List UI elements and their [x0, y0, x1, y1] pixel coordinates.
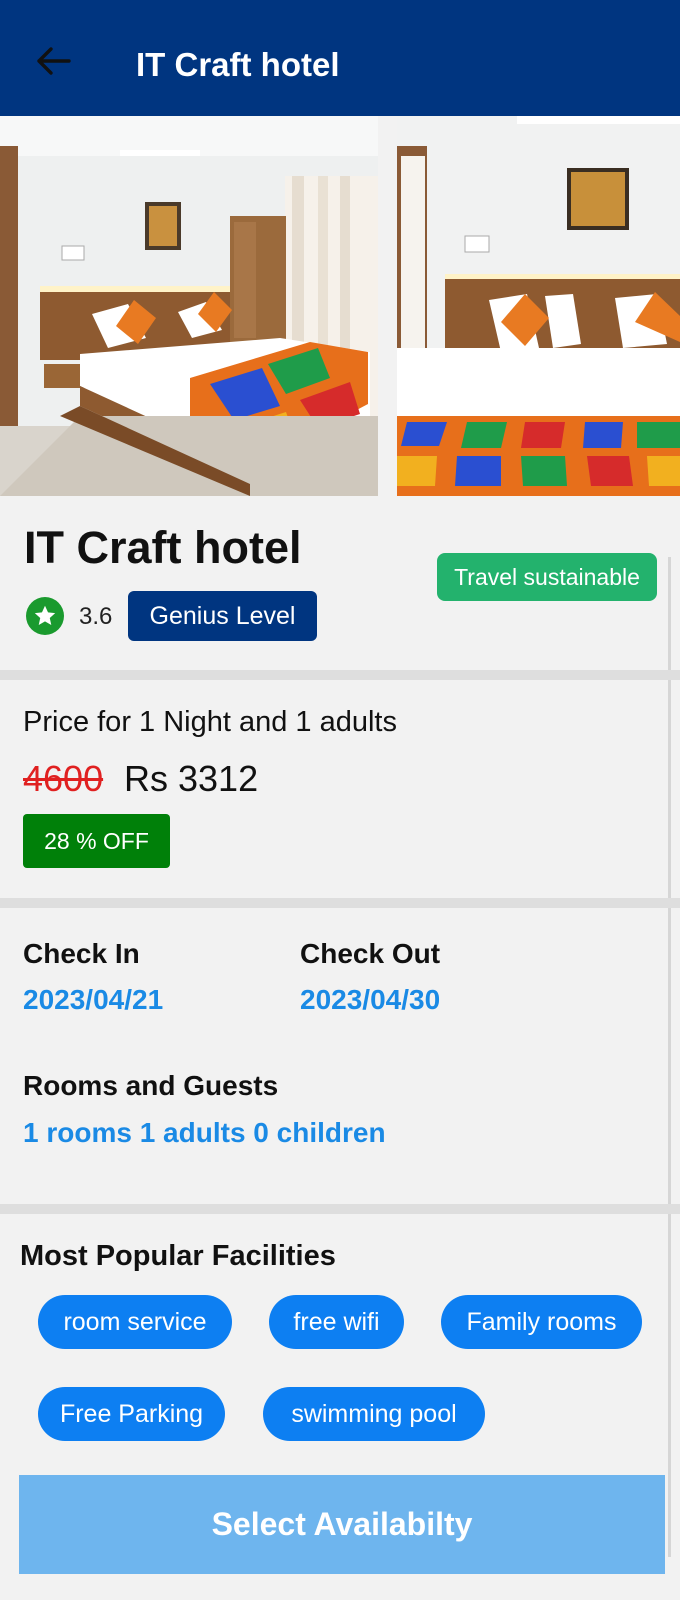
hotel-name: IT Craft hotel — [24, 522, 302, 573]
section-divider — [0, 1204, 680, 1214]
arrow-left-icon — [37, 47, 71, 75]
check-in-label: Check In — [23, 938, 140, 969]
check-in-date[interactable]: 2023/04/21 — [23, 983, 163, 1017]
check-out-date[interactable]: 2023/04/30 — [300, 983, 440, 1017]
discount-badge: 28 % OFF — [23, 814, 170, 868]
rooms-guests-value[interactable]: 1 rooms 1 adults 0 children — [23, 1116, 386, 1150]
hotel-photo-bedroom-wide[interactable] — [0, 116, 378, 496]
original-price: 4600 — [23, 758, 104, 799]
facility-chip-room-service[interactable]: room service — [38, 1295, 232, 1349]
check-out-label: Check Out — [300, 938, 441, 969]
facilities-title: Most Popular Facilities — [20, 1240, 336, 1272]
discounted-price: Rs 3312 — [124, 758, 259, 799]
travel-sustainable-badge: Travel sustainable — [437, 553, 657, 601]
section-divider — [0, 670, 680, 680]
price-label: Price for 1 Night and 1 adults — [23, 706, 397, 738]
rooms-guests-label: Rooms and Guests — [23, 1070, 279, 1101]
facility-chip-family-rooms[interactable]: Family rooms — [441, 1295, 642, 1349]
app-bar-title: IT Craft hotel — [136, 46, 340, 83]
hotel-photo-bedroom-front[interactable] — [397, 116, 680, 496]
app-bar: IT Craft hotel — [0, 0, 680, 116]
facility-chip-swimming-pool[interactable]: swimming pool — [263, 1387, 485, 1441]
rating-value: 3.6 — [79, 603, 113, 630]
facility-chip-free-wifi[interactable]: free wifi — [269, 1295, 404, 1349]
back-button[interactable] — [30, 38, 76, 84]
select-availability-button[interactable]: Select Availabilty — [19, 1475, 665, 1574]
genius-level-badge: Genius Level — [128, 591, 317, 641]
scrollbar[interactable] — [668, 557, 671, 1557]
photo-gallery[interactable] — [0, 116, 680, 496]
star-icon — [26, 597, 64, 635]
facility-chip-free-parking[interactable]: Free Parking — [38, 1387, 225, 1441]
section-divider — [0, 898, 680, 908]
